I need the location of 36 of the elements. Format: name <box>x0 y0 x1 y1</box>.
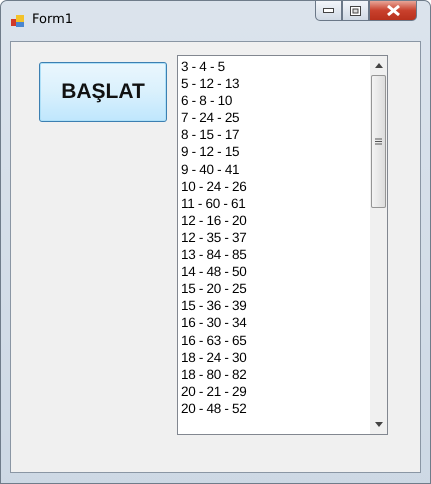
list-item[interactable]: 9 - 12 - 15 <box>181 143 370 161</box>
list-item[interactable]: 20 - 21 - 29 <box>181 382 370 400</box>
window-title: Form1 <box>32 12 74 27</box>
list-box[interactable] <box>177 55 388 435</box>
list-item[interactable]: 8 - 15 - 17 <box>181 126 370 144</box>
maximize-button[interactable] <box>342 1 369 21</box>
scrollbar[interactable] <box>370 56 387 434</box>
list-item[interactable]: 15 - 36 - 39 <box>181 297 370 314</box>
list-item[interactable]: 18 - 80 - 82 <box>181 366 370 383</box>
list-item[interactable]: 14 - 48 - 50 <box>181 263 370 280</box>
list-item[interactable]: 16 - 63 - 65 <box>181 332 370 349</box>
list-item[interactable]: 5 - 12 - 13 <box>181 75 370 92</box>
list-item[interactable]: 12 - 35 - 37 <box>181 228 370 246</box>
form-icon <box>10 13 26 29</box>
start-button[interactable]: BAŞLAT <box>39 62 167 122</box>
list-item[interactable]: 16 - 30 - 34 <box>181 314 370 332</box>
list-item[interactable]: 13 - 84 - 85 <box>181 246 370 264</box>
list-item[interactable]: 6 - 8 - 10 <box>181 92 370 110</box>
list-item[interactable]: 15 - 20 - 25 <box>181 280 370 298</box>
scroll-up-icon <box>374 63 382 68</box>
list-item[interactable]: 9 - 40 - 41 <box>181 160 370 178</box>
list-item[interactable]: 10 - 24 - 26 <box>181 178 370 195</box>
grip-icon <box>375 138 382 145</box>
list-item[interactable]: 11 - 60 - 61 <box>181 194 370 212</box>
close-button[interactable] <box>369 1 417 21</box>
list-item[interactable]: 7 - 24 - 25 <box>181 109 370 126</box>
list-item[interactable]: 3 - 4 - 5 <box>181 58 370 76</box>
list-item[interactable]: 12 - 16 - 20 <box>181 212 370 229</box>
list-item[interactable]: 20 - 48 - 52 <box>181 400 370 417</box>
scroll-thumb[interactable] <box>371 75 386 208</box>
restore-icon <box>350 6 361 16</box>
list-item[interactable]: 18 - 24 - 30 <box>181 348 370 366</box>
close-icon <box>386 5 400 16</box>
scroll-down-icon <box>374 422 382 427</box>
minimize-button[interactable] <box>315 1 342 21</box>
minimize-icon <box>323 8 334 13</box>
